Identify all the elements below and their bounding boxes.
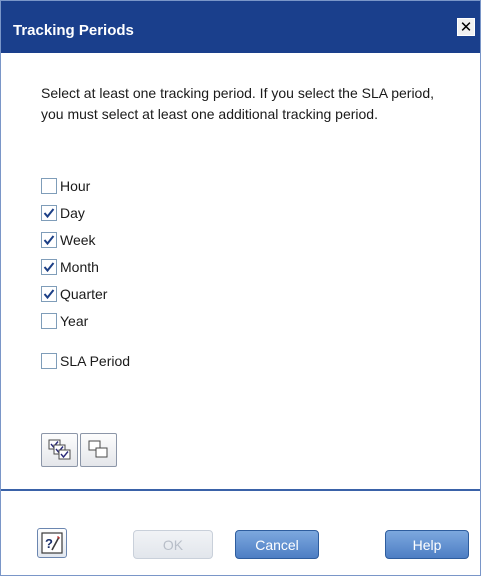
checkbox-label: Year xyxy=(60,313,89,329)
close-button[interactable]: ✕ xyxy=(457,18,475,36)
checkbox-label: Month xyxy=(60,259,99,275)
checkbox[interactable] xyxy=(41,178,57,194)
checkbox[interactable] xyxy=(41,259,57,275)
ok-button[interactable]: OK xyxy=(133,530,213,559)
checkmark-icon xyxy=(43,262,55,273)
checkmark-icon xyxy=(43,235,55,246)
checkbox-row-week[interactable]: Week xyxy=(41,230,96,250)
checkbox-row-day[interactable]: Day xyxy=(41,203,85,223)
checkbox-label: Week xyxy=(60,232,96,248)
footer-separator xyxy=(1,489,480,491)
checkbox[interactable] xyxy=(41,205,57,221)
context-help-icon: ? xyxy=(41,532,63,554)
help-button[interactable]: Help xyxy=(385,530,469,559)
close-icon: ✕ xyxy=(459,18,473,36)
tracking-periods-dialog: Tracking Periods ✕ Select at least one t… xyxy=(0,0,481,576)
checkbox[interactable] xyxy=(41,353,57,369)
clear-all-icon xyxy=(88,440,108,458)
checkbox[interactable] xyxy=(41,286,57,302)
checkbox-label: Hour xyxy=(60,178,91,194)
dialog-content: Select at least one tracking period. If … xyxy=(1,53,480,493)
clear-all-button[interactable] xyxy=(80,433,117,467)
cancel-button[interactable]: Cancel xyxy=(235,530,319,559)
checkmark-icon xyxy=(43,289,55,300)
checkbox-row-year[interactable]: Year xyxy=(41,311,88,331)
checkbox-row-hour[interactable]: Hour xyxy=(41,176,90,196)
checkbox-label: Day xyxy=(60,205,85,221)
checkbox-label: Quarter xyxy=(60,286,108,302)
checkbox[interactable] xyxy=(41,313,57,329)
dialog-title: Tracking Periods xyxy=(13,22,134,39)
instructions-text: Select at least one tracking period. If … xyxy=(41,85,435,122)
checkbox-label: SLA Period xyxy=(60,353,131,369)
context-help-button[interactable]: ? xyxy=(37,528,67,558)
select-all-icon xyxy=(48,439,71,460)
checkbox-row-quarter[interactable]: Quarter xyxy=(41,284,107,304)
select-all-button[interactable] xyxy=(41,433,78,467)
checkbox-row-sla-period[interactable]: SLA Period xyxy=(41,351,130,371)
checkmark-icon xyxy=(43,208,55,219)
title-bar: Tracking Periods ✕ xyxy=(1,1,480,53)
checkbox[interactable] xyxy=(41,232,57,248)
checkbox-row-month[interactable]: Month xyxy=(41,257,99,277)
